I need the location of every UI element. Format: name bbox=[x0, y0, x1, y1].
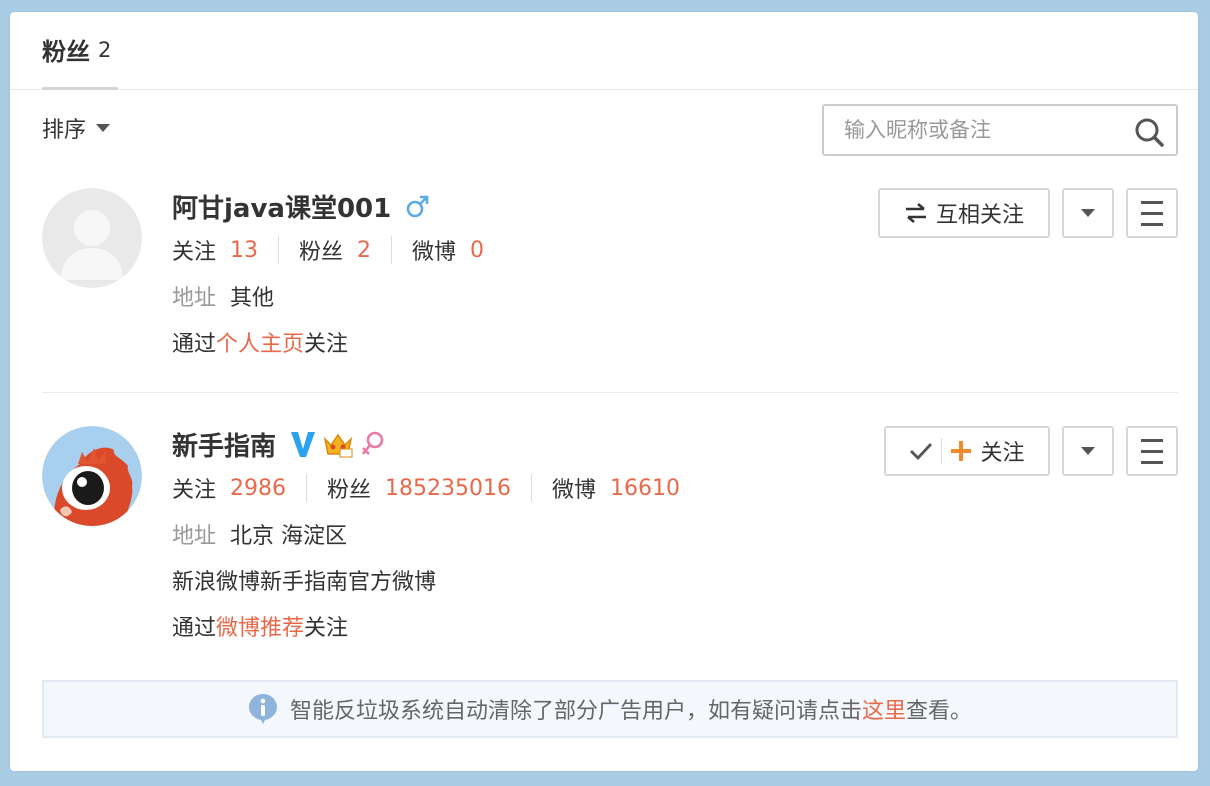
user-description: 新浪微博新手指南官方微博 bbox=[172, 566, 872, 595]
button-divider bbox=[941, 438, 943, 464]
stat-label: 关注 bbox=[172, 240, 217, 265]
stat-fans[interactable]: 粉丝 2 bbox=[299, 234, 371, 266]
notice-text: 智能反垃圾系统自动清除了部分广告用户，如有疑问请点击 bbox=[289, 699, 862, 724]
user-stats: 关注 2986 粉丝 185235016 微博 16610 bbox=[172, 472, 872, 504]
fans-panel: 粉丝 2 排序 阿甘java课堂001 bbox=[10, 12, 1198, 771]
exchange-icon bbox=[905, 203, 926, 223]
follow-source-suffix: 关注 bbox=[304, 332, 349, 357]
stat-value: 16610 bbox=[610, 475, 681, 501]
stat-value: 2986 bbox=[230, 475, 287, 501]
user-card: 新手指南 关注 2986 粉丝 185235016 微博 16610 地址 北京… bbox=[42, 426, 1178, 666]
notice-suffix: 查看。 bbox=[906, 699, 973, 724]
address-label: 地址 bbox=[172, 286, 217, 311]
menu-button[interactable] bbox=[1126, 188, 1178, 238]
follow-button[interactable]: 关注 bbox=[884, 426, 1050, 476]
search-box bbox=[822, 104, 1178, 156]
notice-link[interactable]: 这里 bbox=[862, 693, 906, 725]
follow-label: 关注 bbox=[980, 441, 1025, 466]
follow-source: 通过 个人主页 关注 bbox=[172, 326, 872, 358]
caret-down-icon bbox=[96, 124, 111, 132]
caret-down-icon bbox=[1081, 447, 1095, 455]
user-name[interactable]: 新手指南 bbox=[172, 426, 276, 463]
follow-source-link[interactable]: 微博推荐 bbox=[216, 610, 304, 642]
anti-spam-notice: 智能反垃圾系统自动清除了部分广告用户，如有疑问请点击 这里 查看。 bbox=[42, 680, 1178, 738]
check-icon bbox=[910, 443, 933, 461]
description-text: 新浪微博新手指南官方微博 bbox=[172, 570, 437, 595]
avatar[interactable] bbox=[42, 188, 142, 288]
info-icon bbox=[248, 694, 277, 724]
verified-v-icon[interactable] bbox=[290, 430, 316, 458]
follow-source-link[interactable]: 个人主页 bbox=[216, 326, 304, 358]
stat-value: 0 bbox=[470, 237, 485, 263]
caret-down-icon bbox=[1081, 209, 1095, 217]
more-dropdown-button[interactable] bbox=[1062, 426, 1114, 476]
address-line: 地址 其他 bbox=[172, 282, 872, 311]
user-info: 新手指南 关注 2986 粉丝 185235016 微博 16610 地址 北京… bbox=[172, 426, 872, 642]
row-divider bbox=[42, 392, 1178, 393]
stat-weibo[interactable]: 微博 0 bbox=[412, 234, 484, 266]
user-name[interactable]: 阿甘java课堂001 bbox=[172, 188, 391, 225]
divider bbox=[278, 236, 280, 264]
male-icon bbox=[406, 195, 429, 218]
stat-label: 粉丝 bbox=[299, 240, 344, 265]
crown-icon[interactable] bbox=[322, 429, 354, 459]
avatar[interactable] bbox=[42, 426, 142, 526]
follow-source: 通过 微博推荐 关注 bbox=[172, 610, 872, 642]
user-card: 阿甘java课堂001 关注 13 粉丝 2 微博 0 地址 其他 通过 个人主… bbox=[42, 188, 1178, 378]
stat-fans[interactable]: 粉丝 185235016 bbox=[327, 472, 511, 504]
address-value: 其他 bbox=[230, 286, 275, 311]
more-dropdown-button[interactable] bbox=[1062, 188, 1114, 238]
stat-value: 2 bbox=[357, 237, 372, 263]
stat-following[interactable]: 关注 13 bbox=[172, 234, 258, 266]
follow-source-suffix: 关注 bbox=[304, 616, 349, 641]
divider bbox=[391, 236, 393, 264]
user-info: 阿甘java课堂001 关注 13 粉丝 2 微博 0 地址 其他 通过 个人主… bbox=[172, 188, 872, 358]
sort-label: 排序 bbox=[42, 118, 87, 143]
divider bbox=[531, 474, 533, 502]
follow-source-prefix: 通过 bbox=[172, 332, 217, 357]
follow-source-prefix: 通过 bbox=[172, 616, 217, 641]
stat-label: 微博 bbox=[412, 240, 457, 265]
female-icon bbox=[361, 431, 384, 455]
stat-label: 粉丝 bbox=[327, 478, 372, 503]
sort-dropdown[interactable]: 排序 bbox=[42, 112, 111, 144]
tab-title: 粉丝 bbox=[42, 38, 90, 66]
divider bbox=[306, 474, 308, 502]
menu-button[interactable] bbox=[1126, 426, 1178, 476]
address-line: 地址 北京 海淀区 bbox=[172, 520, 872, 549]
mutual-follow-button[interactable]: 互相关注 bbox=[878, 188, 1050, 238]
search-icon[interactable] bbox=[1134, 117, 1164, 147]
mutual-follow-label: 互相关注 bbox=[935, 203, 1024, 228]
stat-weibo[interactable]: 微博 16610 bbox=[552, 472, 680, 504]
address-value: 北京 海淀区 bbox=[230, 524, 348, 549]
stat-following[interactable]: 关注 2986 bbox=[172, 472, 286, 504]
search-input[interactable] bbox=[824, 106, 1124, 154]
stat-value: 13 bbox=[230, 237, 259, 263]
tab-bar: 粉丝 2 bbox=[10, 12, 1198, 90]
tab-fans[interactable]: 粉丝 2 bbox=[42, 12, 118, 90]
tab-count: 2 bbox=[98, 37, 112, 62]
plus-icon bbox=[951, 441, 972, 461]
stat-label: 微博 bbox=[552, 478, 597, 503]
stat-label: 关注 bbox=[172, 478, 217, 503]
address-label: 地址 bbox=[172, 524, 217, 549]
user-stats: 关注 13 粉丝 2 微博 0 bbox=[172, 234, 872, 266]
stat-value: 185235016 bbox=[385, 475, 512, 501]
